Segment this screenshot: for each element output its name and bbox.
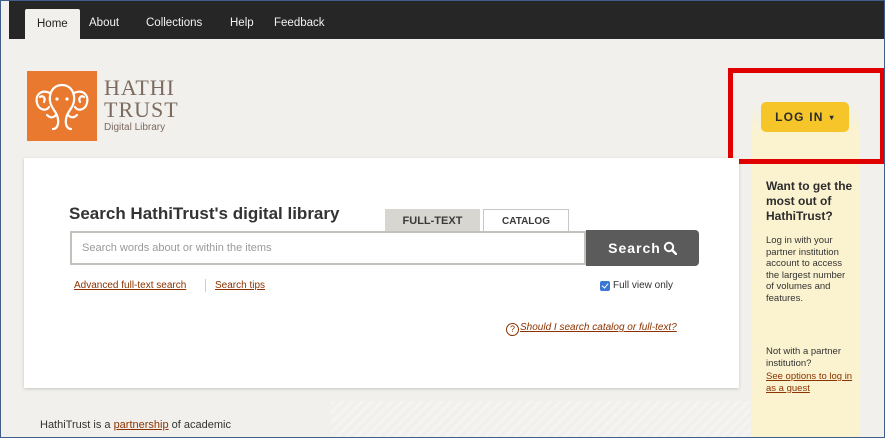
logo-text-subtitle: Digital Library (104, 122, 166, 133)
search-icon (663, 241, 678, 256)
nav-tab-collections[interactable]: Collections (146, 1, 202, 39)
advanced-search-link[interactable]: Advanced full-text search (74, 280, 186, 291)
search-tips-link[interactable]: Search tips (215, 280, 265, 291)
login-promo-body: Log in with your partner institution acc… (766, 235, 846, 304)
partnership-link[interactable]: partnership (114, 419, 169, 431)
search-card (24, 158, 739, 388)
partnership-text: HathiTrust is a partnership of academic (40, 419, 231, 431)
elephant-icon (27, 71, 97, 141)
nav-tab-home[interactable]: Home (25, 9, 80, 39)
link-divider (205, 279, 206, 292)
question-icon: ? (506, 323, 519, 336)
guest-login-link[interactable]: See options to log in as a guest (766, 371, 854, 394)
highlight-box (728, 68, 884, 164)
login-promo-title: Want to get the most out of HathiTrust? (766, 179, 853, 223)
search-button[interactable]: Search (586, 230, 699, 266)
top-nav: Home About Collections Help Feedback (9, 1, 884, 39)
search-button-label: Search (608, 240, 661, 256)
nav-tab-feedback[interactable]: Feedback (274, 1, 325, 39)
decorative-pattern (331, 401, 751, 437)
search-title: Search HathiTrust's digital library (69, 204, 340, 223)
logo-text-trust: TRUST (104, 97, 179, 122)
page-frame: Home About Collections Help Feedback HAT… (0, 0, 885, 438)
tab-catalog[interactable]: CATALOG (483, 209, 569, 233)
full-view-checkbox[interactable] (600, 281, 610, 291)
nav-tab-help[interactable]: Help (230, 1, 254, 39)
full-view-label[interactable]: Full view only (613, 280, 673, 291)
tab-full-text[interactable]: FULL-TEXT (385, 209, 480, 233)
search-input[interactable] (70, 231, 586, 265)
hathitrust-logo[interactable]: HATHI TRUST Digital Library (27, 71, 227, 141)
nav-tab-about[interactable]: About (89, 1, 119, 39)
not-partner-text: Not with a partner institution? (766, 346, 841, 369)
catalog-or-fulltext-help-link[interactable]: Should I search catalog or full-text? (520, 322, 677, 333)
partnership-suffix: of academic (168, 419, 231, 431)
partnership-prefix: HathiTrust is a (40, 419, 114, 431)
